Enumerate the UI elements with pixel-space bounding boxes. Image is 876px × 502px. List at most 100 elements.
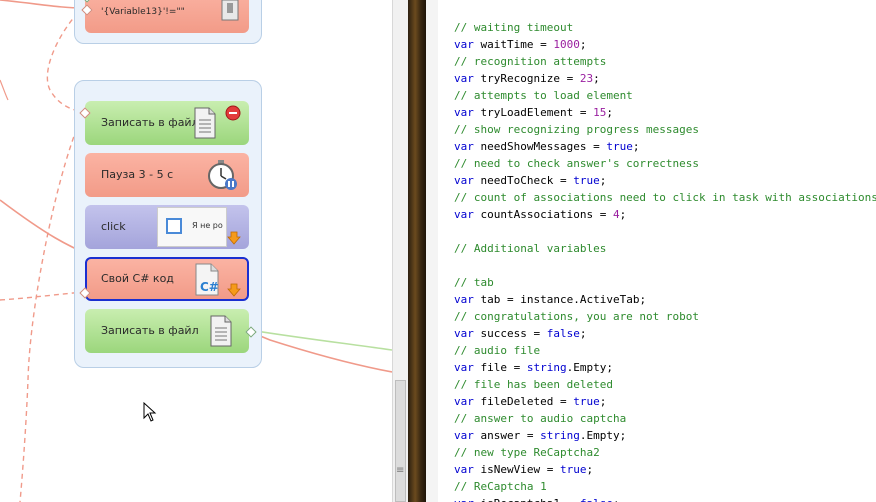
block-label: '{Variable13}'!="" [101, 7, 185, 17]
code-token: 1000 [553, 38, 580, 51]
code-token: // show recognizing progress messages [454, 123, 700, 136]
code-text[interactable]: // waiting timeout var waitTime = 1000; //… [454, 19, 876, 502]
code-token: var [454, 140, 474, 153]
code-line[interactable]: var answer = string.Empty; [454, 427, 876, 444]
pause-block[interactable]: Пауза 3 - 5 с [85, 153, 249, 197]
code-token: var [454, 497, 474, 502]
code-token: file = [473, 361, 527, 374]
stop-icon[interactable] [225, 105, 241, 121]
csharp-file-icon: C# [195, 263, 219, 296]
write-file-block[interactable]: Записать в файл [85, 101, 249, 145]
code-line[interactable] [454, 223, 876, 240]
stopwatch-icon [208, 160, 237, 190]
code-token: true [573, 174, 600, 187]
code-line[interactable]: // new type ReCaptcha2 [454, 444, 876, 461]
code-line[interactable]: // ReCaptcha 1 [454, 478, 876, 495]
code-token: var [454, 38, 474, 51]
code-line[interactable]: var isRecaptcha1 = false; [454, 495, 876, 502]
code-token: // count of associations need to click i… [454, 191, 876, 204]
block-label: Пауза 3 - 5 с [101, 168, 174, 181]
code-line[interactable]: var isNewView = true; [454, 461, 876, 478]
code-line[interactable]: var file = string.Empty; [454, 359, 876, 376]
code-line[interactable]: // need to check answer's correctness [454, 155, 876, 172]
code-token: tryRecognize = [473, 72, 580, 85]
code-token: // ReCaptcha 1 [454, 480, 547, 493]
code-line[interactable]: var success = false; [454, 325, 876, 342]
code-line[interactable]: // tab [454, 274, 876, 291]
code-line[interactable]: var needToCheck = true; [454, 172, 876, 189]
code-token: true [606, 140, 633, 153]
panel-splitter[interactable] [408, 0, 426, 502]
code-token: ; [613, 497, 620, 502]
link-line [0, 79, 9, 101]
code-token: true [559, 463, 587, 476]
code-line[interactable]: var tryRecognize = 23; [454, 70, 876, 87]
code-token: ; [599, 174, 607, 187]
code-line[interactable]: // attempts to load element [454, 87, 876, 104]
code-token: tab = instance.ActiveTab; [473, 293, 647, 306]
code-line[interactable]: // recognition attempts [454, 53, 876, 70]
code-line[interactable]: var countAssociations = 4; [454, 206, 876, 223]
code-token: // Additional variables [454, 242, 607, 255]
click-block[interactable]: click Я не ро [85, 205, 249, 249]
code-token: var [454, 429, 474, 442]
code-token: var [454, 174, 474, 187]
write-file-block[interactable]: Записать в файл [85, 309, 249, 353]
code-line[interactable]: // audio file [454, 342, 876, 359]
code-token: needToCheck = [473, 174, 574, 187]
condition-block[interactable]: '{Variable13}'!="" [85, 0, 249, 33]
mouse-cursor-icon [143, 402, 157, 422]
code-line[interactable]: var needShowMessages = true; [454, 138, 876, 155]
code-line[interactable]: var tab = instance.ActiveTab; [454, 291, 876, 308]
action-group-top[interactable]: '{Variable13}'!="" [74, 0, 262, 44]
code-token: // attempts to load element [454, 89, 633, 102]
captcha-checkbox-icon [166, 218, 182, 234]
code-token: answer = [473, 429, 541, 442]
code-token: var [454, 293, 474, 306]
code-token: // need to check answer's correctness [454, 157, 700, 170]
code-token: false [546, 327, 580, 340]
code-token: // new type ReCaptcha2 [454, 446, 600, 459]
canvas-scrollbar[interactable]: ≡ [392, 0, 408, 502]
switch-icon [221, 0, 239, 21]
code-line[interactable] [454, 257, 876, 274]
code-line[interactable]: // Additional variables [454, 240, 876, 257]
code-token: 4 [612, 208, 620, 221]
code-editor[interactable]: // waiting timeout var waitTime = 1000; //… [438, 0, 876, 502]
code-token: ; [579, 327, 587, 340]
code-token: isNewView = [473, 463, 560, 476]
block-label: Записать в файл [101, 324, 199, 337]
code-token: // congratulations, you are not robot [454, 310, 700, 323]
code-token: 23 [579, 72, 594, 85]
code-token: var [454, 327, 474, 340]
csharp-icon-text: C# [200, 280, 219, 294]
code-token: var [454, 361, 474, 374]
code-line[interactable]: // answer to audio captcha [454, 410, 876, 427]
code-token: .Empty; [566, 361, 613, 374]
document-icon [194, 107, 216, 139]
code-line[interactable]: // count of associations need to click i… [454, 189, 876, 206]
link-line [0, 0, 85, 9]
code-line[interactable]: // file has been deleted [454, 376, 876, 393]
code-token: ; [632, 140, 640, 153]
code-line[interactable]: var tryLoadElement = 15; [454, 104, 876, 121]
scrollbar-thumb[interactable] [395, 380, 406, 502]
code-token: needShowMessages = [473, 140, 607, 153]
block-label: Записать в файл [101, 116, 199, 129]
code-line[interactable]: // congratulations, you are not robot [454, 308, 876, 325]
code-line[interactable]: var waitTime = 1000; [454, 36, 876, 53]
code-token: ; [599, 395, 607, 408]
document-icon [210, 315, 232, 347]
action-group-main[interactable]: Записать в файл Пауза 3 - 5 с click Я не… [74, 80, 262, 368]
project-canvas[interactable]: '{Variable13}'!="" Записать в файл Пауза… [0, 0, 392, 502]
code-token: countAssociations = [473, 208, 613, 221]
code-line[interactable]: var fileDeleted = true; [454, 393, 876, 410]
code-line[interactable]: // waiting timeout [454, 19, 876, 36]
code-token: var [454, 463, 474, 476]
grip-icon: ≡ [396, 465, 405, 476]
link-line-dashed [0, 291, 85, 301]
code-token: // file has been deleted [454, 378, 613, 391]
code-line[interactable]: // show recognizing progress messages [454, 121, 876, 138]
csharp-code-block[interactable]: Свой C# код C# [85, 257, 249, 301]
code-token: false [580, 497, 613, 502]
